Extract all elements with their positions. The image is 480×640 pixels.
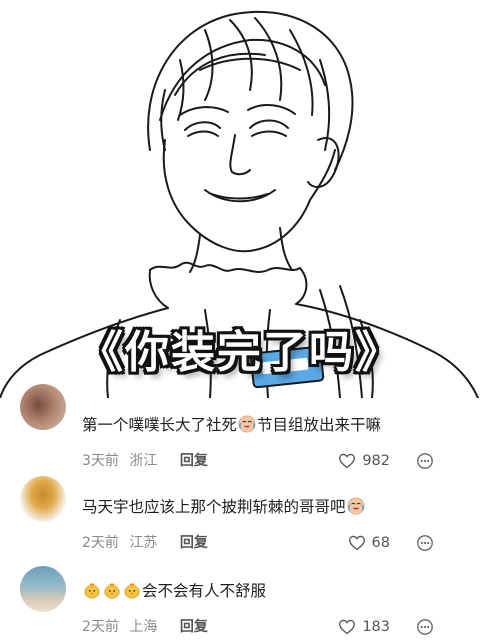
comment-meta: 3天前 浙江 回复 982 (82, 450, 460, 472)
avatar[interactable] (20, 566, 66, 612)
post-title-banner: 《你装完了吗》 (79, 327, 401, 378)
reply-button[interactable]: 回复 (180, 453, 208, 469)
comment-meta: 2天前 江苏 回复 68 (82, 532, 460, 554)
like-count: 982 (362, 453, 390, 469)
comment-meta: 2天前 上海 回复 183 (82, 616, 460, 638)
post-illustration: 《你装完了吗》 (0, 0, 480, 398)
comment-list: 第一个噗噗长大了社死 节目组放出来干嘛 3天前 浙江 回复 982 马天宇也应该… (0, 384, 480, 640)
comment-text: 会不会有人不舒服 (82, 580, 460, 602)
like-count: 68 (371, 535, 390, 551)
more-dots-icon[interactable] (416, 452, 434, 470)
heart-icon (339, 619, 356, 635)
comment-location: 上海 (129, 619, 158, 635)
comment-time: 2天前 (82, 619, 119, 635)
crying-laughing-emoji (347, 497, 364, 515)
avatar[interactable] (20, 476, 66, 522)
comment-location: 江苏 (129, 535, 158, 551)
comment-location: 浙江 (129, 453, 158, 469)
chick-emoji (124, 583, 140, 599)
comment-text: 第一个噗噗长大了社死 节目组放出来干嘛 (82, 415, 382, 434)
heart-icon (348, 535, 365, 551)
crying-laughing-emoji (238, 415, 256, 433)
like-button[interactable]: 183 (338, 616, 390, 638)
reply-button[interactable]: 回复 (180, 619, 208, 635)
more-dots-icon[interactable] (416, 618, 434, 636)
comment-time: 3天前 (82, 453, 119, 469)
reply-button[interactable]: 回复 (180, 535, 208, 551)
like-button[interactable]: 982 (338, 450, 390, 472)
comment-time: 2天前 (82, 535, 119, 551)
like-count: 183 (362, 619, 390, 635)
chick-emoji (104, 583, 120, 599)
avatar[interactable] (20, 384, 66, 430)
heart-icon (339, 453, 356, 469)
chick-emoji (84, 583, 100, 599)
comment-text: 马天宇也应该上那个披荆斩棘的哥哥吧 (82, 496, 460, 518)
like-button[interactable]: 68 (348, 532, 390, 554)
more-dots-icon[interactable] (416, 534, 434, 552)
